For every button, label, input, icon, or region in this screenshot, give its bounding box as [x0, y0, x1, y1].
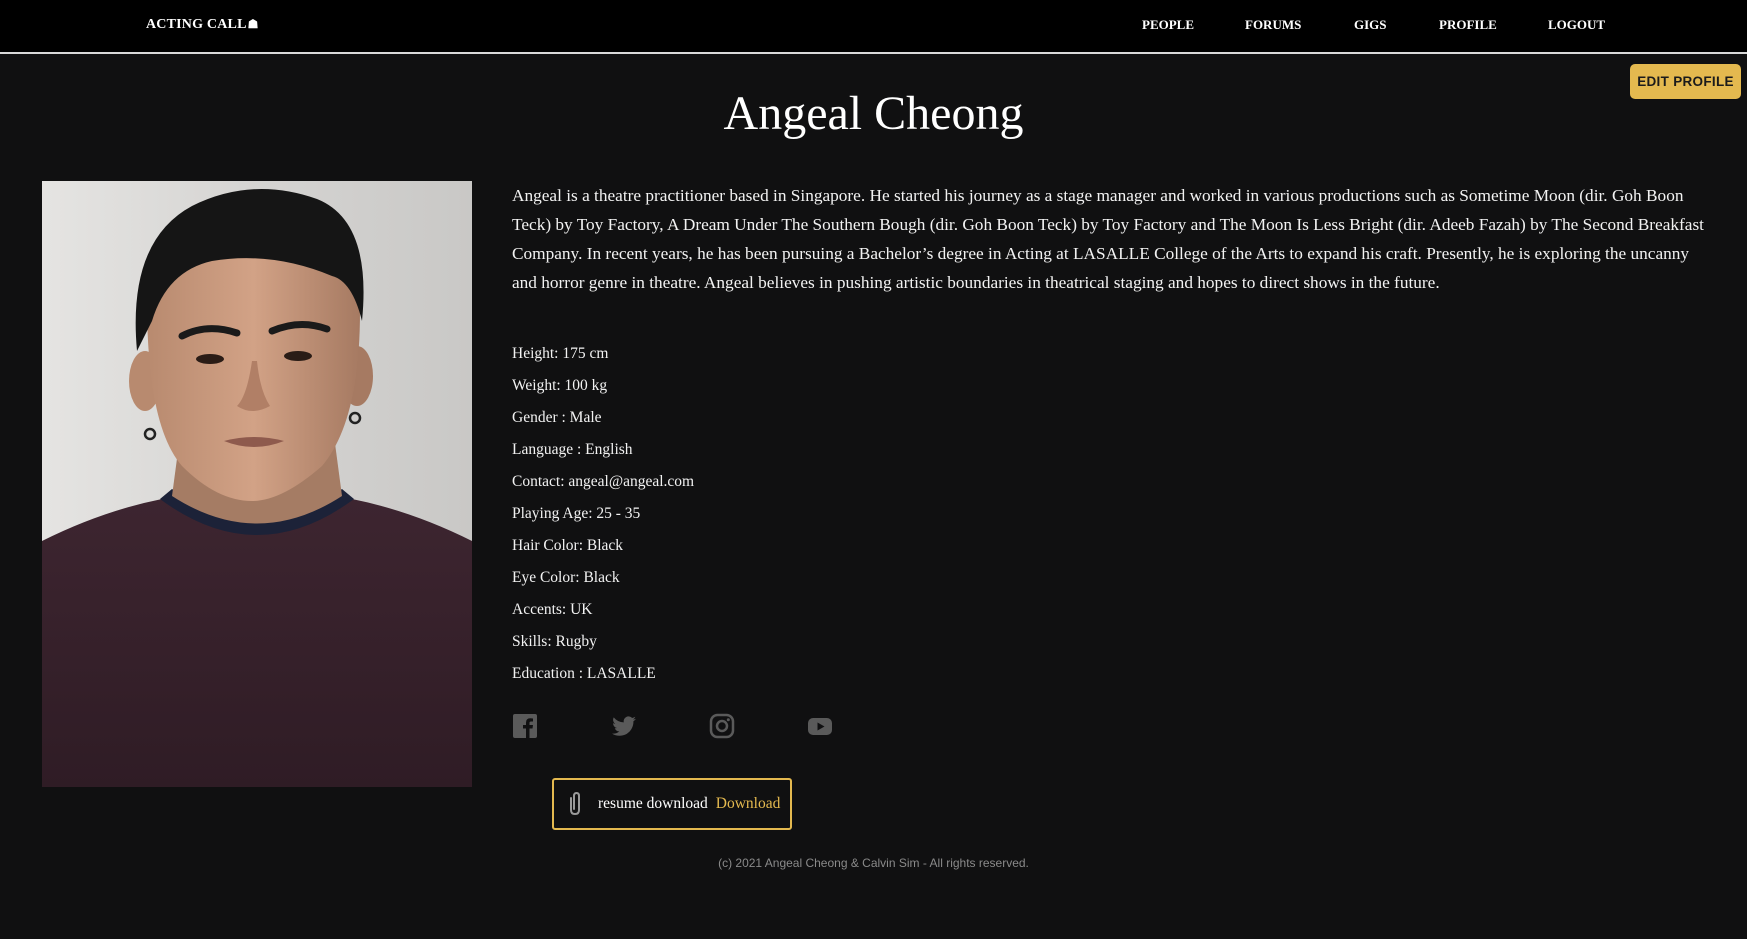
nav-profile[interactable]: PROFILE: [1439, 17, 1497, 33]
nav-gigs[interactable]: GIGS: [1354, 17, 1387, 33]
profile-photo: [42, 181, 472, 787]
top-navbar: ACTING CALL☗ PEOPLE FORUMS GIGS PROFILE …: [0, 0, 1747, 54]
detail-accents: Accents: UK: [512, 601, 593, 618]
detail-height: Height: 175 cm: [512, 345, 609, 362]
brand-logo[interactable]: ACTING CALL☗: [146, 17, 259, 33]
nav-forums[interactable]: FORUMS: [1245, 17, 1301, 33]
detail-education: Education : LASALLE: [512, 665, 656, 682]
download-link[interactable]: Download: [716, 795, 781, 813]
detail-gender: Gender : Male: [512, 409, 602, 426]
footer-copyright: (c) 2021 Angeal Cheong & Calvin Sim - Al…: [718, 856, 1029, 870]
profile-name: Angeal Cheong: [723, 87, 1024, 140]
paperclip-icon: [570, 791, 580, 816]
resume-download-box: resume download Download: [552, 778, 792, 830]
mask-icon: ☗: [247, 17, 259, 31]
twitter-icon[interactable]: [611, 713, 637, 739]
profile-details: Height: 175 cm Weight: 100 kg Gender : M…: [512, 341, 694, 693]
resume-label: resume download: [598, 795, 708, 812]
detail-weight: Weight: 100 kg: [512, 377, 608, 394]
nav-people[interactable]: PEOPLE: [1142, 17, 1194, 33]
facebook-icon[interactable]: [512, 713, 538, 739]
detail-eye-color: Eye Color: Black: [512, 569, 620, 586]
profile-bio: Angeal is a theatre practitioner based i…: [512, 186, 1704, 292]
instagram-icon[interactable]: [709, 713, 735, 739]
youtube-icon[interactable]: [807, 713, 833, 739]
detail-playing-age: Playing Age: 25 - 35: [512, 505, 641, 522]
detail-language: Language : English: [512, 441, 633, 458]
detail-contact: Contact: angeal@angeal.com: [512, 473, 695, 490]
detail-hair-color: Hair Color: Black: [512, 537, 624, 554]
nav-logout[interactable]: LOGOUT: [1548, 17, 1605, 33]
detail-skills: Skills: Rugby: [512, 633, 597, 650]
brand-name: ACTING CALL: [146, 17, 247, 32]
